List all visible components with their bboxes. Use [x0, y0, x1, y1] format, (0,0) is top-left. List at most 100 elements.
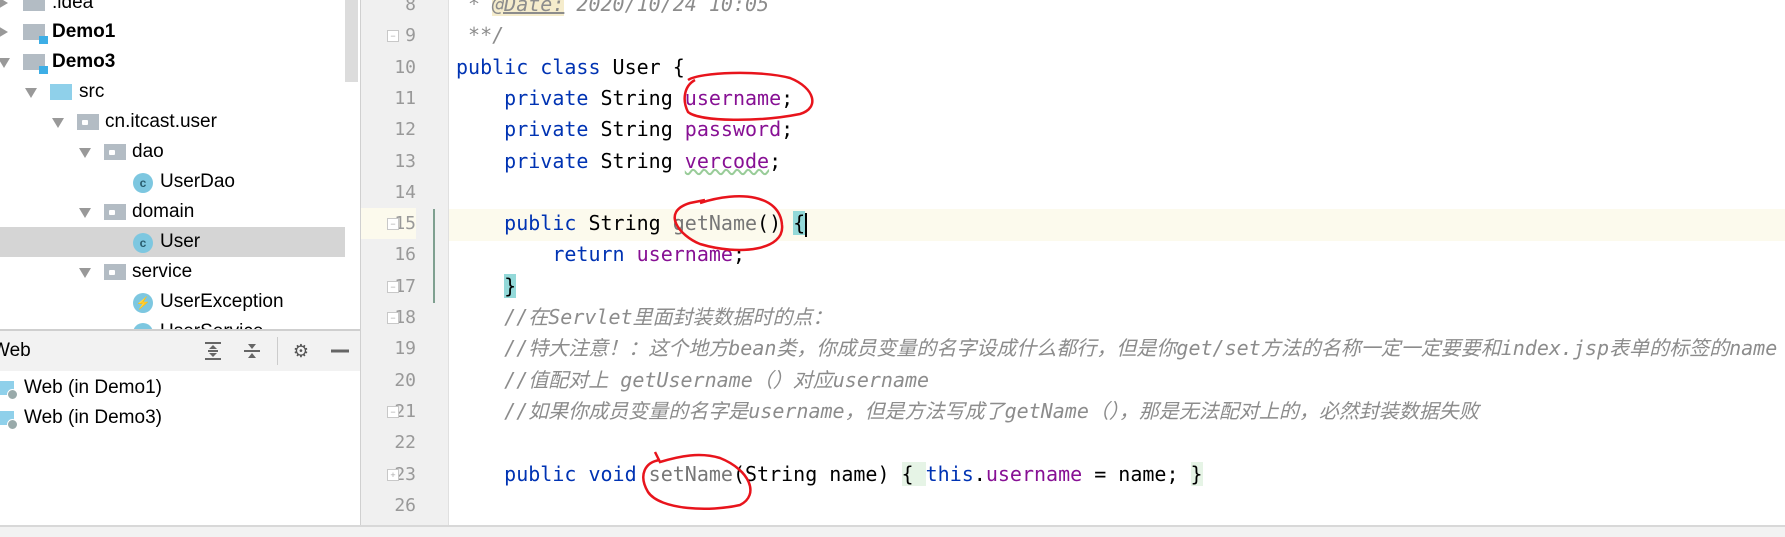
- editor-gutter: 8 9−10 11 12 13 14 15−16 17−18−19 20 21−22 23 +26: [361, 0, 449, 525]
- code-token: public void: [456, 461, 649, 486]
- tree-item-userdao[interactable]: c UserDao: [0, 167, 345, 197]
- line-number: 19: [394, 338, 416, 360]
- code-token: (): [757, 211, 794, 236]
- package-icon: [77, 114, 99, 130]
- line-number: 10: [394, 56, 416, 78]
- code-token: this: [925, 461, 974, 486]
- web-module-icon: [0, 381, 18, 400]
- tree-item-src[interactable]: src: [0, 77, 345, 107]
- code-line: //在Servlet里面封装数据时的点：: [456, 302, 832, 333]
- tree-item-dao[interactable]: dao: [0, 137, 345, 167]
- line-number: 12: [394, 119, 416, 141]
- code-editor[interactable]: * @Date: 2020/10/24 10:05 **/ public clas…: [449, 0, 1785, 525]
- code-token: = name;: [1082, 461, 1191, 486]
- tree-item-label: User: [160, 231, 201, 252]
- code-line: //特大注意！：这个地方bean类，你成员变量的名字设成什么都行，但是你get/…: [456, 333, 1777, 364]
- code-token: **/: [456, 23, 505, 48]
- tree-item-domain[interactable]: domain: [0, 197, 345, 227]
- line-number: 20: [394, 369, 416, 391]
- code-token: //特大注意！：这个地方bean类，你成员变量的名字设成什么都行，但是你get/…: [456, 336, 1778, 361]
- code-token: String: [600, 117, 685, 142]
- code-token: username: [684, 85, 782, 110]
- line-number: 26: [394, 494, 416, 516]
- exception-class-icon: ⚡: [133, 293, 153, 313]
- code-line: **/: [456, 20, 504, 51]
- code-line: //如果你成员变量的名字是username，但是方法写成了getName（），那…: [456, 396, 1479, 427]
- gear-icon[interactable]: ⚙: [291, 341, 311, 361]
- code-line: public class User {: [456, 52, 685, 83]
- collapse-arrow-icon[interactable]: [79, 268, 91, 278]
- code-token: ;: [732, 242, 745, 267]
- tree-scrollbar[interactable]: [345, 0, 358, 82]
- code-token: @Date:: [492, 0, 565, 16]
- fold-marker-icon[interactable]: −: [387, 405, 399, 418]
- code-token: ;: [769, 148, 782, 173]
- fold-marker-icon[interactable]: −: [387, 312, 399, 324]
- code-line: * @Date: 2020/10/24 10:05: [456, 0, 769, 20]
- tree-item--idea[interactable]: .idea: [0, 0, 345, 18]
- collapse-arrow-icon[interactable]: [25, 88, 37, 98]
- code-token: ;: [781, 117, 794, 142]
- code-token: User {: [612, 54, 685, 79]
- code-token: String: [600, 148, 685, 173]
- tree-item-userexception[interactable]: ⚡ UserException: [0, 287, 345, 317]
- expand-all-icon[interactable]: [203, 341, 223, 361]
- code-token: ;: [781, 85, 794, 110]
- tree-item-label: dao: [132, 141, 164, 162]
- status-bar: [0, 525, 1785, 537]
- collapse-arrow-icon[interactable]: [79, 148, 91, 158]
- code-token: .: [973, 461, 986, 486]
- collapse-arrow-icon[interactable]: [0, 58, 10, 68]
- fold-marker-icon[interactable]: −: [387, 30, 399, 43]
- line-number: 22: [394, 432, 416, 454]
- tree-item-label: cn.itcast.user: [105, 111, 217, 132]
- web-panel-header: Web ⚙: [0, 331, 360, 371]
- tree-item-label: Demo3: [52, 51, 116, 72]
- code-token: return: [456, 242, 637, 267]
- code-token: public: [456, 211, 589, 236]
- fold-marker-icon[interactable]: −: [387, 280, 399, 293]
- package-icon: [104, 204, 126, 220]
- tree-item-label: src: [79, 81, 105, 102]
- code-token: public class: [456, 54, 613, 79]
- code-token: vercode: [684, 148, 770, 173]
- web-tool-window: Web ⚙ Web (in Demo1) Web (in Demo3): [0, 329, 360, 527]
- tree-item-service[interactable]: service: [0, 257, 345, 287]
- collapse-arrow-icon[interactable]: [52, 118, 64, 128]
- web-module-icon: [0, 411, 18, 430]
- line-number: 13: [394, 150, 416, 172]
- code-token: setName: [648, 461, 733, 486]
- expand-arrow-icon[interactable]: [0, 26, 8, 38]
- tree-item-cn-itcast-user[interactable]: cn.itcast.user: [0, 107, 345, 137]
- expand-arrow-icon[interactable]: [0, 0, 8, 9]
- package-icon: [104, 144, 126, 160]
- tree-item-demo3[interactable]: Demo3: [0, 47, 345, 77]
- code-token: 2020/10/24 10:05: [564, 0, 770, 16]
- class-icon: c: [133, 173, 153, 193]
- code-token: {: [901, 461, 926, 486]
- code-line: private String password;: [456, 114, 793, 145]
- code-token: String: [588, 211, 673, 236]
- tree-item-user[interactable]: c User: [0, 227, 345, 257]
- minimize-icon[interactable]: [330, 341, 350, 361]
- fold-marker-icon[interactable]: −: [387, 218, 399, 231]
- collapse-all-icon[interactable]: [242, 341, 262, 361]
- code-line: }: [456, 271, 517, 302]
- code-line: //值配对上 getUsername（）对应username: [456, 365, 929, 396]
- collapse-arrow-icon[interactable]: [79, 208, 91, 218]
- code-line: private String username;: [456, 83, 793, 114]
- tree-item-label: .idea: [52, 0, 94, 13]
- line-number: 11: [394, 87, 416, 109]
- code-token: }: [504, 273, 517, 298]
- tree-item-demo1[interactable]: Demo1: [0, 17, 345, 47]
- code-token: username: [636, 242, 733, 267]
- vcs-change-marker[interactable]: [433, 209, 435, 303]
- line-number: 8: [405, 0, 416, 15]
- fold-marker-icon[interactable]: +: [387, 468, 399, 481]
- text-caret: [805, 212, 808, 237]
- tree-item-label: domain: [132, 201, 195, 222]
- line-number: 16: [394, 244, 416, 266]
- code-token: private: [456, 85, 601, 110]
- toolbar-divider: [277, 337, 278, 365]
